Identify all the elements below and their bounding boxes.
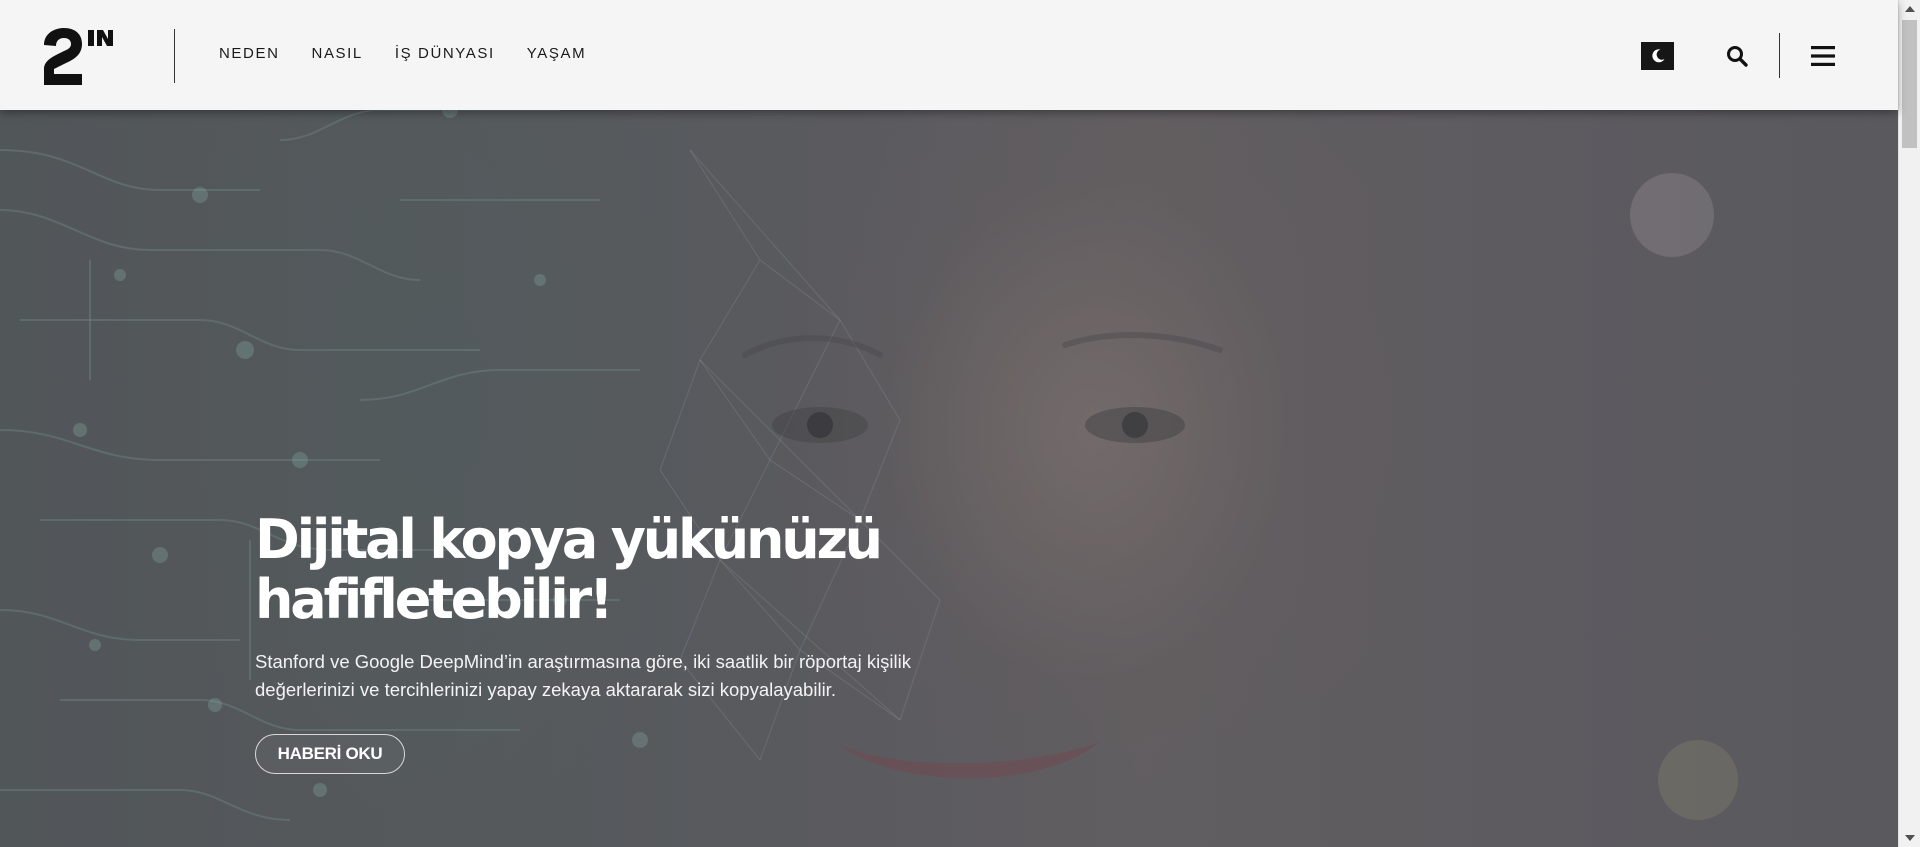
dark-mode-toggle[interactable]: [1641, 42, 1674, 70]
hero-banner: Dijital kopya yükünüzü hafifletebilir! S…: [0, 0, 1898, 847]
scrollbar-thumb[interactable]: [1902, 20, 1917, 148]
main-nav: NEDEN NASIL İŞ DÜNYASI YAŞAM: [219, 45, 618, 63]
site-header: NEDEN NASIL İŞ DÜNYASI YAŞAM: [0, 0, 1898, 110]
nav-item-yasam[interactable]: YAŞAM: [527, 45, 586, 63]
hero-dark-overlay: [0, 0, 1898, 847]
hero-summary: Stanford ve Google DeepMind’in araştırma…: [255, 651, 912, 700]
hero-headline: Dijital kopya yükünüzü hafifletebilir!: [255, 508, 883, 631]
nav-item-nasil[interactable]: NASIL: [312, 45, 363, 63]
hamburger-menu-icon[interactable]: [1811, 45, 1835, 67]
nav-item-is-dunyasi[interactable]: İŞ DÜNYASI: [395, 45, 495, 63]
page-scrollbar[interactable]: [1898, 0, 1920, 847]
header-right-divider: [1779, 33, 1780, 78]
site-logo[interactable]: [42, 28, 114, 86]
nav-item-neden[interactable]: NEDEN: [219, 45, 280, 63]
scroll-down-arrow-icon[interactable]: [1905, 835, 1915, 841]
read-article-button[interactable]: HABERİ OKU: [255, 734, 405, 774]
search-icon[interactable]: [1725, 44, 1749, 68]
moon-icon: [1651, 49, 1664, 63]
scroll-up-arrow-icon[interactable]: [1905, 6, 1915, 12]
logo-divider: [174, 29, 175, 83]
